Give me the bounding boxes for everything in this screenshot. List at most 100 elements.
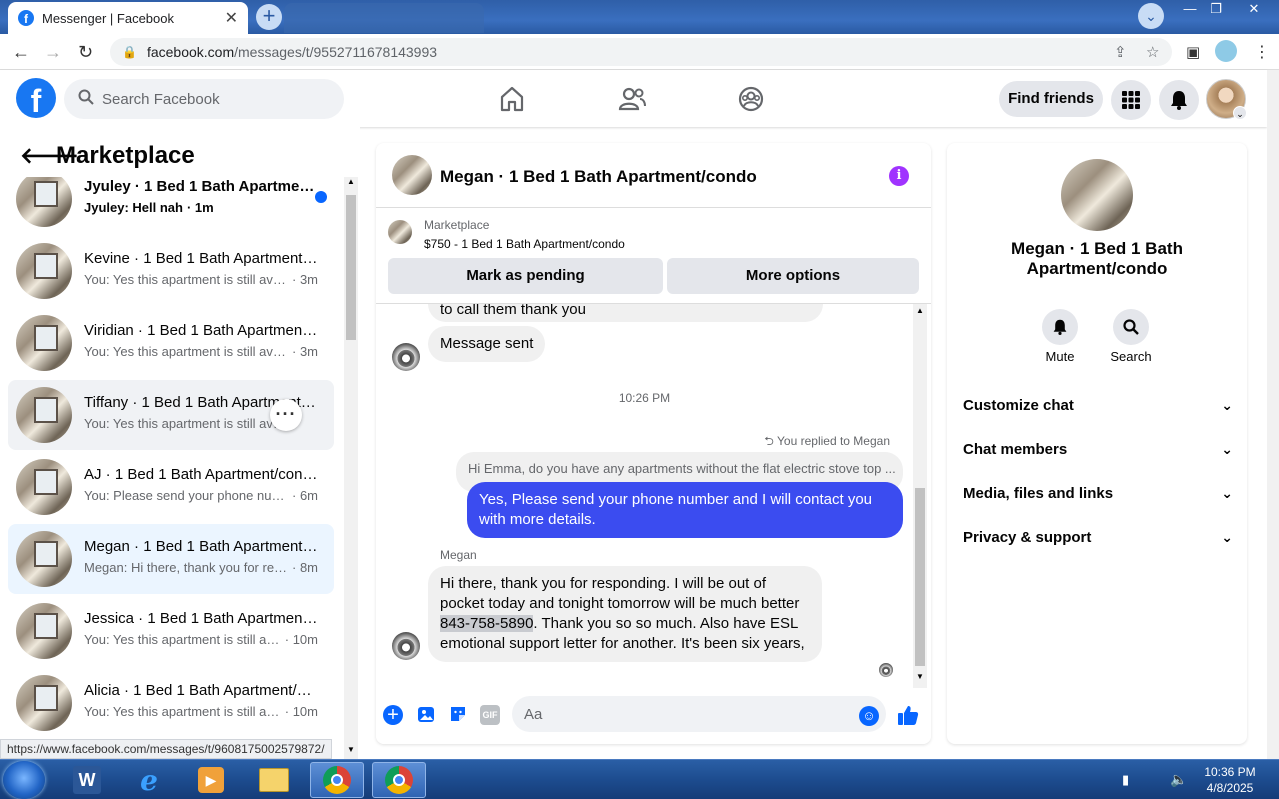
page-scrollbar[interactable] [1267, 70, 1279, 759]
conversation-thumbnail [16, 387, 72, 443]
more-options-button[interactable]: More options [667, 258, 919, 294]
search-box[interactable] [64, 79, 344, 119]
message-sent-notice[interactable]: Message sent [428, 326, 546, 362]
message-bubble-partial[interactable]: to call them thank you [428, 304, 823, 322]
incoming-phone-number[interactable]: 843-758-5890 [440, 615, 534, 632]
search-input[interactable] [102, 90, 302, 108]
message-timestamp: 10:26 PM [618, 391, 671, 405]
thumbs-up-icon[interactable] [897, 704, 919, 726]
address-bar[interactable]: 🔒 facebook.com/messages/t/95527116781439… [110, 38, 1172, 66]
start-button[interactable] [3, 761, 45, 799]
chrome-taskbar-icon-2[interactable] [372, 762, 426, 798]
listing-thumbnail[interactable] [388, 220, 412, 244]
reload-icon[interactable]: ↻ [78, 42, 93, 63]
search-in-chat-button[interactable]: Search [1101, 309, 1161, 364]
listing-banner: Marketplace $750 - 1 Bed 1 Bath Apartmen… [376, 208, 931, 304]
sender-avatar[interactable] [392, 632, 420, 660]
listing-description[interactable]: $750 - 1 Bed 1 Bath Apartment/condo [424, 237, 625, 251]
add-plus-icon[interactable]: + [383, 705, 403, 726]
conversation-item[interactable]: Tiffany · 1 Bed 1 Bath Apartment/condoYo… [8, 380, 334, 450]
conversation-item[interactable]: Jessica · 1 Bed 1 Bath Apartment/condo Yo… [8, 596, 334, 666]
scrollbar-thumb[interactable] [346, 195, 356, 340]
preview-text: Jyuley: Hell nah [84, 200, 183, 215]
browser-tab-strip: f Messenger | Facebook ✕ + ⌄ — ❐ ✕ [0, 0, 1279, 34]
browser-menu-icon[interactable]: ⋮ [1254, 42, 1270, 62]
windows-taskbar: W e ▶ ▮ 🔈 10:36 PM 4/8/2025 [0, 759, 1279, 799]
chevron-down-icon: ⌄ [1221, 440, 1233, 457]
account-chevron-down-icon[interactable]: ⌄ [1233, 106, 1247, 120]
browser-tab-messenger[interactable]: f Messenger | Facebook ✕ [8, 2, 248, 34]
sticker-icon[interactable] [448, 704, 470, 726]
media-files-links-item[interactable]: Media, files and links ⌄ [963, 471, 1233, 515]
gif-icon[interactable]: GIF [480, 705, 500, 725]
privacy-support-item[interactable]: Privacy & support ⌄ [963, 515, 1233, 559]
conversation-item[interactable]: Jyuley · 1 Bed 1 Bath Apartment/condo Jyu… [8, 177, 334, 234]
restore-icon[interactable]: ❐ [1202, 0, 1230, 18]
mark-as-pending-button[interactable]: Mark as pending [388, 258, 663, 294]
home-icon[interactable] [497, 84, 527, 114]
conversation-item[interactable]: Alicia · 1 Bed 1 Bath Apartment/condo You… [8, 668, 334, 738]
scrollbar-thumb[interactable] [915, 488, 925, 666]
preview-time: · 3m [292, 344, 318, 359]
chat-title[interactable]: Megan · 1 Bed 1 Bath Apartment/condo [440, 167, 757, 187]
background-tab[interactable] [284, 3, 484, 33]
incoming-message[interactable]: Hi there, thank you for responding. I wi… [428, 566, 822, 662]
groups-icon[interactable] [736, 84, 766, 114]
word-icon[interactable]: W [60, 762, 114, 798]
scroll-up-icon[interactable]: ▲ [347, 177, 355, 186]
customize-chat-item[interactable]: Customize chat ⌄ [963, 383, 1233, 427]
notifications-bell-icon[interactable] [1159, 80, 1199, 120]
mute-button[interactable]: Mute [1030, 309, 1090, 364]
forward-icon[interactable]: → [44, 42, 62, 63]
window-close-icon[interactable]: ✕ [1240, 0, 1268, 18]
info-icon[interactable]: i [889, 166, 909, 186]
conversation-preview: Megan: Hi there, thank you for respondin… [84, 560, 318, 575]
message-input[interactable] [512, 696, 886, 732]
scroll-down-icon[interactable]: ▼ [347, 745, 355, 754]
outgoing-message[interactable]: Yes, Please send your phone number and I… [467, 482, 903, 538]
conversation-item[interactable]: Megan · 1 Bed 1 Bath Apartment/condo Mega… [8, 524, 334, 594]
preview-time: · 10m [284, 632, 318, 647]
back-icon[interactable]: ← [12, 42, 30, 63]
conversation-item[interactable]: Kevine · 1 Bed 1 Bath Apartment/condo You… [8, 236, 334, 306]
conversation-item[interactable]: AJ · 1 Bed 1 Bath Apartment/condo You: Pl… [8, 452, 334, 522]
reply-label: You replied to Megan [777, 434, 890, 448]
scroll-down-icon[interactable]: ▼ [916, 672, 924, 681]
media-player-icon[interactable]: ▶ [184, 762, 238, 798]
volume-icon[interactable]: 🔈 [1170, 771, 1187, 788]
chat-members-item[interactable]: Chat members ⌄ [963, 427, 1233, 471]
address-toolbar: ← → ↻ 🔒 facebook.com/messages/t/95527116… [0, 34, 1279, 70]
find-friends-button[interactable]: Find friends [999, 81, 1103, 117]
chat-avatar[interactable] [392, 155, 432, 195]
chrome-taskbar-icon[interactable] [310, 762, 364, 798]
emoji-icon[interactable]: ☺ [859, 706, 879, 726]
system-clock[interactable]: 10:36 PM 4/8/2025 [1200, 764, 1260, 796]
menu-grid-icon[interactable] [1111, 80, 1151, 120]
tab-search-button[interactable]: ⌄ [1138, 3, 1164, 29]
internet-explorer-icon[interactable]: e [122, 762, 176, 798]
message-scrollbar[interactable]: ▲ ▼ [913, 304, 927, 688]
facebook-logo-icon[interactable]: f [16, 78, 56, 118]
conversation-more-icon[interactable]: ··· [270, 399, 302, 431]
details-avatar[interactable] [1061, 159, 1133, 231]
network-icon[interactable]: ▮ [1122, 772, 1129, 788]
conversation-thumbnail [16, 603, 72, 659]
close-tab-icon[interactable]: ✕ [225, 8, 238, 28]
minimize-icon[interactable]: — [1176, 0, 1204, 18]
profile-icon[interactable] [1215, 40, 1237, 62]
scroll-up-icon[interactable]: ▲ [916, 306, 924, 315]
preview-text: You: Yes this apartment is still availab… [84, 632, 281, 647]
conversation-item[interactable]: Viridian · 1 Bed 1 Bath Apartment/condo Y… [8, 308, 334, 378]
photo-gallery-icon[interactable] [416, 704, 438, 726]
file-explorer-icon[interactable] [247, 762, 301, 798]
preview-text: You: Yes this apartment is still availab… [84, 704, 281, 719]
conversation-list-scrollbar[interactable]: ▲ ▼ [344, 177, 358, 759]
lock-icon: 🔒 [122, 45, 137, 59]
side-panel-icon[interactable]: ▣ [1186, 43, 1200, 61]
mute-label: Mute [1045, 349, 1075, 364]
bookmark-star-icon[interactable]: ☆ [1146, 43, 1159, 61]
new-tab-button[interactable]: + [256, 4, 282, 30]
friends-icon[interactable] [617, 84, 647, 114]
share-icon[interactable]: ⇪ [1114, 43, 1127, 61]
sender-avatar[interactable] [392, 343, 420, 371]
